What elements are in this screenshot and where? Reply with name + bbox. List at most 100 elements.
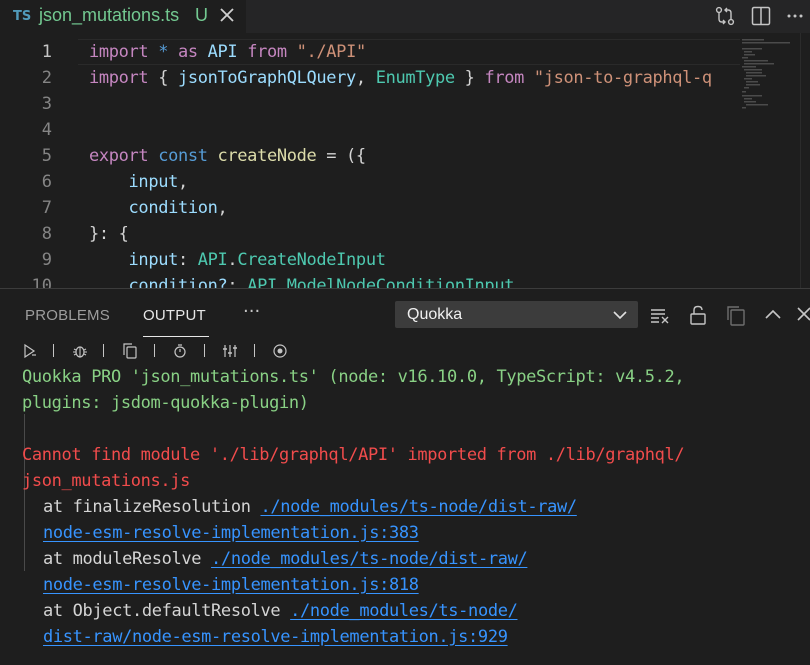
code-text: export const createNode = ({ <box>89 143 366 169</box>
run-icon[interactable] <box>22 343 38 359</box>
code-token: }: { <box>89 224 129 244</box>
copy-icon[interactable] <box>122 343 138 359</box>
file-link[interactable]: node-esm-resolve-implementation.js:818 <box>43 575 419 595</box>
git-compare-icon[interactable] <box>713 5 737 27</box>
code-token: import <box>89 42 149 62</box>
line-number: 4 <box>41 120 52 140</box>
code-line[interactable]: 6 input, <box>0 169 740 195</box>
output-text: plugins: jsdom-quokka-plugin) <box>22 393 309 413</box>
code-line[interactable]: 9 input: API.CreateNodeInput <box>0 247 740 273</box>
code-line[interactable]: 2 import { jsonToGraphQLQuery, EnumType }… <box>0 65 740 91</box>
output-line: Quokka PRO 'json_mutations.ts' (node: v1… <box>22 364 685 390</box>
toolbar-separator <box>254 344 255 357</box>
code-token: : <box>227 276 248 288</box>
code-token: API <box>247 276 277 288</box>
output-line: dist-raw/node-esm-resolve-implementation… <box>43 624 508 650</box>
file-link[interactable]: ./node_modules/ts-node/dist-raw/ <box>260 497 577 517</box>
code-token: createNode <box>217 146 317 166</box>
code-token: import <box>89 68 149 88</box>
code-line[interactable]: 1 import * as API from "./API" <box>0 39 740 65</box>
code-token: export <box>89 146 149 166</box>
code-line[interactable]: 3 <box>0 91 740 117</box>
chevron-up-icon[interactable] <box>762 304 784 326</box>
output-line: plugins: jsdom-quokka-plugin) <box>22 390 309 416</box>
tab-title: json_mutations.ts <box>39 5 180 25</box>
stopwatch-icon[interactable] <box>172 343 188 359</box>
editor-tab-json-mutations[interactable]: TS json_mutations.ts U <box>0 0 246 33</box>
settings-sliders-icon[interactable] <box>222 343 238 359</box>
code-line[interactable]: 5 export const createNode = ({ <box>0 143 740 169</box>
copy-icon[interactable] <box>725 304 747 326</box>
code-token: = ({ <box>316 146 366 166</box>
close-icon[interactable] <box>794 304 810 326</box>
code-token: , <box>177 172 188 192</box>
file-link[interactable]: dist-raw/node-esm-resolve-implementation… <box>43 627 508 647</box>
output-channel-select[interactable]: Quokka <box>395 301 638 328</box>
line-number: 3 <box>41 94 52 114</box>
close-icon[interactable] <box>216 4 238 26</box>
output-channel-value: Quokka <box>407 306 463 323</box>
bug-icon[interactable] <box>72 343 88 359</box>
code-token: "./API" <box>296 42 367 62</box>
code-token: ModelNodeConditionInput <box>286 276 515 288</box>
line-number: 10 <box>31 276 52 288</box>
code-line[interactable]: 10 condition?: API.ModelNodeConditionInp… <box>0 273 740 288</box>
toolbar-separator <box>103 344 104 357</box>
output-text: at moduleResolve <box>43 549 212 569</box>
output-line: at Object.defaultResolve ./node_modules/… <box>43 598 518 624</box>
file-link[interactable]: ./node_modules/ts-node/ <box>290 601 518 621</box>
code-token: * <box>158 42 169 62</box>
file-link[interactable]: ./node_modules/ts-node/dist-raw/ <box>211 549 528 569</box>
code-line[interactable]: 4 <box>0 117 740 143</box>
output-line: at moduleResolve ./node_modules/ts-node/… <box>43 546 528 572</box>
code-token: input <box>128 172 179 192</box>
output-line: Cannot find module './lib/graphql/API' i… <box>22 442 685 468</box>
panel-more-tabs-button[interactable]: ··· <box>243 301 260 322</box>
toolbar-separator <box>154 344 155 357</box>
output-text: at Object.defaultResolve <box>43 601 291 621</box>
tab-output[interactable]: OUTPUT <box>143 307 206 324</box>
code-text: input, <box>89 169 189 195</box>
editor-scrollbar[interactable] <box>800 33 810 288</box>
line-number: 7 <box>41 198 52 218</box>
bottom-panel: PROBLEMS OUTPUT ··· Quokka Quokka PRO 'j… <box>0 288 810 665</box>
split-editor-icon[interactable] <box>749 5 773 27</box>
code-token: condition <box>128 198 218 218</box>
code-editor[interactable]: 1 import * as API from "./API" 2 import { j… <box>0 33 810 288</box>
quokka-toolbar <box>22 341 302 361</box>
line-number: 6 <box>41 172 52 192</box>
output-text: Cannot find module './lib/graphql/API' i… <box>22 445 685 465</box>
code-text: import * as API from "./API" <box>89 39 366 65</box>
editor-tab-bar: TS json_mutations.ts U <box>0 0 810 33</box>
clear-output-icon[interactable] <box>649 304 671 326</box>
unlock-icon[interactable] <box>687 304 709 326</box>
code-token: from <box>247 42 287 62</box>
more-actions-icon[interactable] <box>783 5 807 27</box>
toolbar-separator <box>204 344 205 357</box>
line-number: 9 <box>41 250 52 270</box>
code-line[interactable]: 7 condition, <box>0 195 740 221</box>
file-link[interactable]: node-esm-resolve-implementation.js:383 <box>43 523 419 543</box>
output-line: json_mutations.js <box>22 468 190 494</box>
minimap[interactable] <box>740 33 800 288</box>
code-token: jsonToGraphQLQuery <box>177 68 356 88</box>
record-icon[interactable] <box>272 343 288 359</box>
code-token: EnumType <box>375 68 455 88</box>
output-line: node-esm-resolve-implementation.js:383 <box>43 520 419 546</box>
tab-problems[interactable]: PROBLEMS <box>25 307 110 324</box>
line-number: 8 <box>41 224 52 244</box>
code-line[interactable]: 8 }: { <box>0 221 740 247</box>
toolbar-separator <box>53 344 54 357</box>
line-number: 1 <box>41 42 52 62</box>
code-token: } <box>454 68 485 88</box>
output-text: Quokka PRO 'json_mutations.ts' (node: v1… <box>22 367 685 387</box>
typescript-file-icon: TS <box>13 9 32 24</box>
line-number: 5 <box>41 146 52 166</box>
